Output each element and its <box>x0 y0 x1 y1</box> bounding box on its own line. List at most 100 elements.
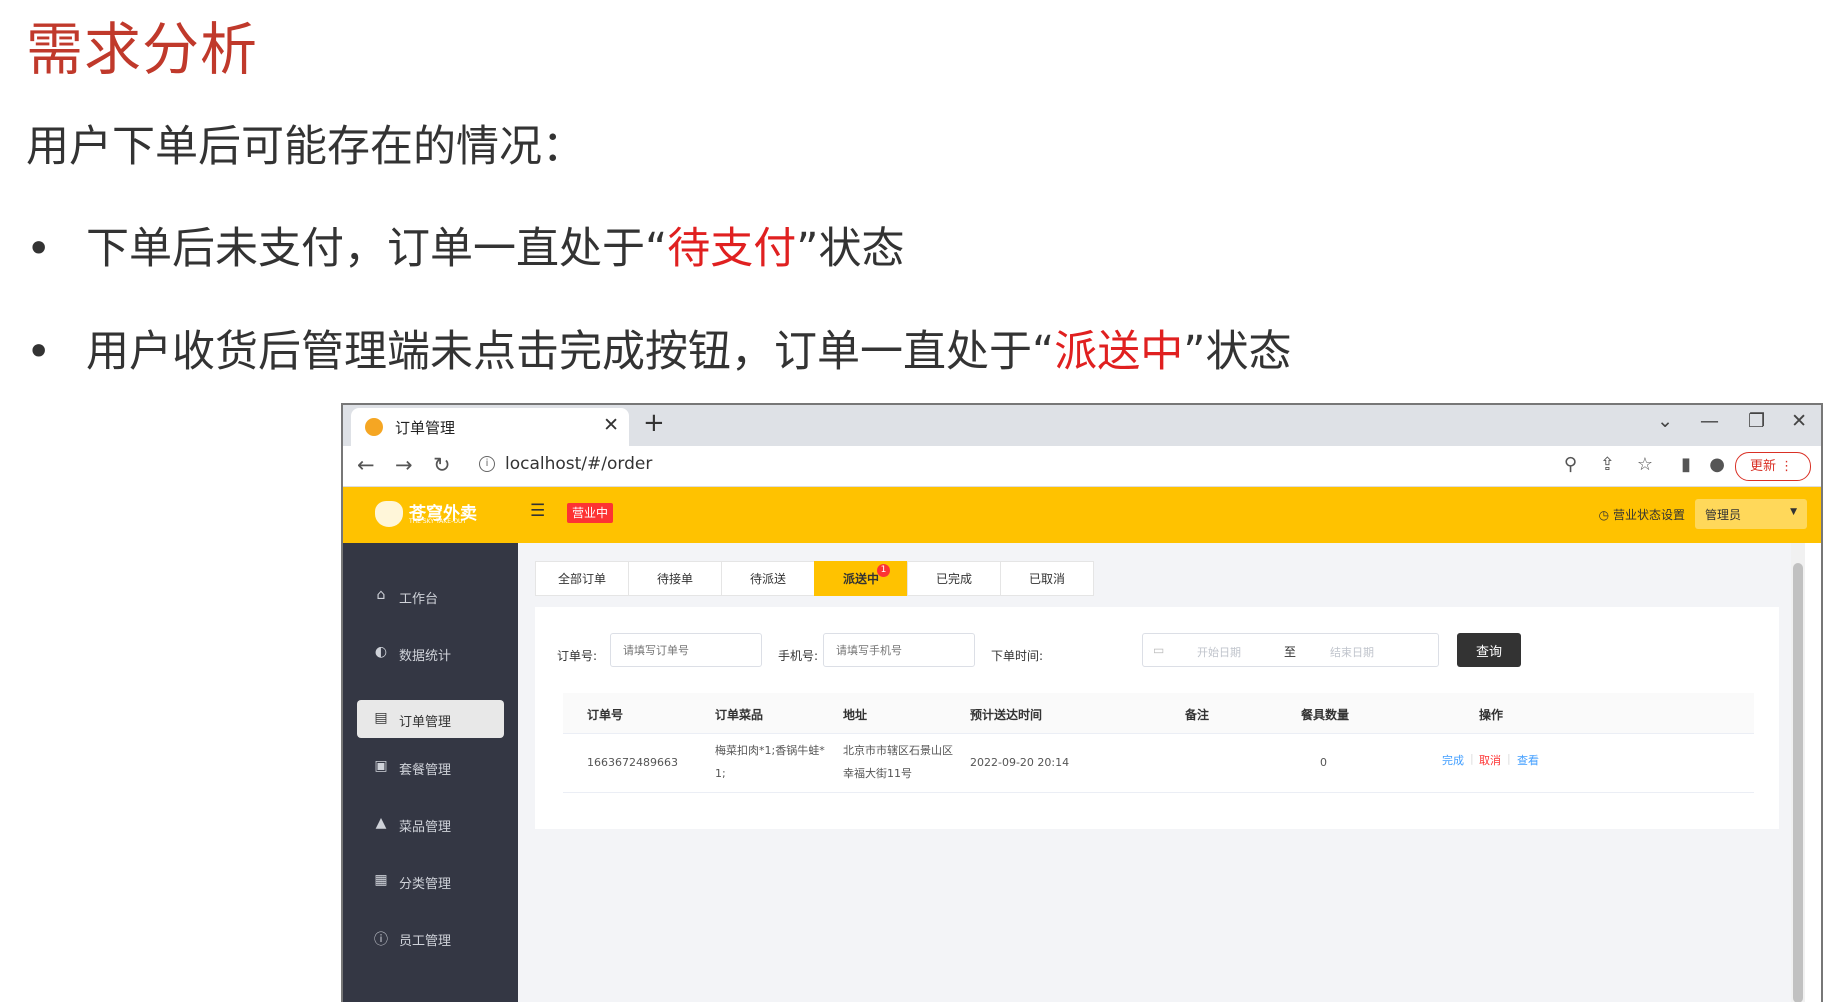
order-date-range[interactable]: ▭ 开始日期 至 结束日期 <box>1142 633 1439 667</box>
tab-all-orders[interactable]: 全部订单 <box>535 561 629 596</box>
cancel-button[interactable]: 取消 <box>1479 752 1501 768</box>
bullet-text: ”状态 <box>796 224 905 274</box>
profile-icon[interactable]: ● <box>1709 454 1725 475</box>
new-tab-icon[interactable]: + <box>643 408 665 438</box>
tab-search-icon[interactable]: ⌄ <box>1657 410 1673 432</box>
back-icon[interactable]: ← <box>357 453 375 477</box>
sidebar-item-statistics[interactable]: ◐ 数据统计 <box>357 634 504 672</box>
bookmark-star-icon[interactable]: ☆ <box>1637 454 1653 475</box>
address-bar[interactable]: localhost/#/order <box>505 454 652 474</box>
tab-pending-accept[interactable]: 待接单 <box>628 561 722 596</box>
restore-icon[interactable]: ❐ <box>1748 410 1765 432</box>
table-header: 订单号 订单菜品 地址 预计送达时间 备注 餐具数量 操作 <box>563 693 1754 734</box>
sidebar-item-workbench[interactable]: ⌂ 工作台 <box>357 577 504 615</box>
dishes-line: 1; <box>715 767 726 780</box>
query-button[interactable]: 查询 <box>1457 633 1521 667</box>
tab-completed[interactable]: 已完成 <box>907 561 1001 596</box>
admin-name: 管理员 <box>1705 508 1742 522</box>
order-list-card: 订单号: 手机号: 下单时间: ▭ 开始日期 至 结束日期 查询 订单号 订单菜… <box>535 607 1779 829</box>
scrollbar-thumb[interactable] <box>1793 563 1803 1002</box>
minimize-icon[interactable]: — <box>1700 410 1719 432</box>
action-divider: | <box>1507 752 1511 765</box>
start-date-input[interactable]: 开始日期 <box>1197 644 1241 660</box>
tab-count-badge: 1 <box>877 564 890 577</box>
status-badge: 营业中 <box>567 503 614 523</box>
admin-dropdown[interactable]: 管理员 ▼ <box>1695 499 1807 529</box>
browser-toolbar: ← → ↻ i localhost/#/order ⚲ ⇪ ☆ ▮ ● 更新 ⋮ <box>343 446 1821 487</box>
app-logo: 苍穹外卖 THE SKY TAKE-OUT <box>375 499 493 529</box>
update-label: 更新 <box>1750 459 1777 474</box>
close-window-icon[interactable]: ✕ <box>1791 410 1807 432</box>
zoom-icon[interactable]: ⚲ <box>1564 454 1577 475</box>
sidebar-item-label: 订单管理 <box>399 715 452 730</box>
tab-strip: 订单管理 ✕ + ⌄ — ❐ ✕ <box>343 405 1821 446</box>
order-time-label: 下单时间: <box>991 649 1044 663</box>
bullet-dot: • <box>26 224 52 274</box>
browser-tab[interactable]: 订单管理 ✕ <box>351 408 629 446</box>
column-header: 操作 <box>1479 708 1504 722</box>
clock-icon: ◷ <box>1598 508 1610 522</box>
chart-icon: ◐ <box>374 644 388 660</box>
status-setting-button[interactable]: ◷ 营业状态设置 <box>1599 506 1685 523</box>
side-panel-icon[interactable]: ▮ <box>1681 454 1691 475</box>
range-separator: 至 <box>1284 645 1297 659</box>
site-info-icon[interactable]: i <box>479 456 495 472</box>
sidebar-item-employees[interactable]: ⓘ 员工管理 <box>357 919 504 957</box>
sidebar-item-categories[interactable]: ▦ 分类管理 <box>357 862 504 900</box>
vertical-scrollbar[interactable] <box>1791 543 1805 1002</box>
table-row: 1663672489663 梅菜扣肉*1;香锅牛蛙* 1; 北京市市辖区石景山区幸… <box>563 734 1754 793</box>
favicon-icon <box>365 418 383 436</box>
tab-delivering[interactable]: 派送中 1 <box>814 561 908 596</box>
tab-pending-delivery[interactable]: 待派送 <box>721 561 815 596</box>
menu-toggle-icon[interactable]: ☰ <box>530 501 545 521</box>
column-header: 餐具数量 <box>1301 708 1350 722</box>
tab-label: 派送中 <box>842 572 879 586</box>
sidebar-item-dishes[interactable]: ▲ 菜品管理 <box>357 805 504 843</box>
order-no-cell: 1663672489663 <box>587 756 678 769</box>
sidebar-item-orders[interactable]: ▤ 订单管理 <box>357 700 504 738</box>
column-header: 地址 <box>843 708 868 722</box>
dishes-cell: 梅菜扣肉*1;香锅牛蛙* 1; <box>715 739 825 785</box>
phone-label: 手机号: <box>778 649 819 663</box>
reload-icon[interactable]: ↻ <box>433 453 451 477</box>
grid-icon: ▦ <box>374 872 388 888</box>
sidebar: ⌂ 工作台 ◐ 数据统计 ▤ 订单管理 ▣ 套餐管理 ▲ 菜品管理 ▦ 分类管理 ⓘ 员工管理 <box>343 543 518 1002</box>
main-content: 全部订单 待接单 待派送 派送中1 已完成 已取消 订单号: 手机号: 下单时间… <box>518 543 1805 1002</box>
bullet-dot: • <box>26 327 52 377</box>
share-icon[interactable]: ⇪ <box>1600 454 1615 475</box>
logo-subtext: THE SKY TAKE-OUT <box>409 518 467 525</box>
clipboard-icon: ▤ <box>374 710 388 726</box>
column-header: 备注 <box>1185 708 1210 722</box>
bullet-highlight: 待支付 <box>667 224 797 274</box>
bullet-text: 用户收货后管理端未点击完成按钮，订单一直处于“ <box>86 327 1055 377</box>
column-header: 订单菜品 <box>715 708 764 722</box>
dishes-line: 梅菜扣肉*1;香锅牛蛙* <box>715 744 825 757</box>
close-tab-icon[interactable]: ✕ <box>603 414 619 436</box>
column-header: 预计送达时间 <box>970 708 1043 722</box>
order-status-tabs: 全部订单 待接单 待派送 派送中 1 已完成 已取消 <box>535 561 1094 596</box>
calendar-icon: ▭ <box>1153 643 1165 657</box>
slide-title: 需求分析 <box>26 17 258 83</box>
phone-input[interactable] <box>823 633 975 667</box>
bullet-delivering: • 用户收货后管理端未点击完成按钮，订单一直处于“派送中”状态 <box>26 317 1292 379</box>
app-header: 苍穹外卖 THE SKY TAKE-OUT ☰ 营业中 ◷ 营业状态设置 管理员… <box>343 487 1821 543</box>
status-setting-label: 营业状态设置 <box>1612 508 1685 522</box>
order-no-input[interactable] <box>610 633 762 667</box>
forward-icon[interactable]: → <box>395 453 413 477</box>
update-button[interactable]: 更新 ⋮ <box>1735 452 1811 481</box>
slide-subtitle: 用户下单后可能存在的情况： <box>26 122 585 172</box>
sidebar-item-label: 菜品管理 <box>399 820 452 835</box>
complete-button[interactable]: 完成 <box>1442 752 1464 768</box>
action-divider: | <box>1470 752 1474 765</box>
view-button[interactable]: 查看 <box>1517 752 1539 768</box>
bullet-text: 下单后未支付，订单一直处于“ <box>86 224 668 274</box>
column-header: 订单号 <box>587 708 624 722</box>
end-date-input[interactable]: 结束日期 <box>1330 644 1374 660</box>
tableware-cell: 0 <box>1320 756 1327 769</box>
info-icon: ⓘ <box>374 932 388 948</box>
sidebar-item-label: 员工管理 <box>399 934 452 949</box>
sidebar-item-combos[interactable]: ▣ 套餐管理 <box>357 748 504 786</box>
tab-cancelled[interactable]: 已取消 <box>1000 561 1094 596</box>
logo-icon <box>375 501 403 527</box>
sidebar-item-label: 工作台 <box>399 592 439 607</box>
